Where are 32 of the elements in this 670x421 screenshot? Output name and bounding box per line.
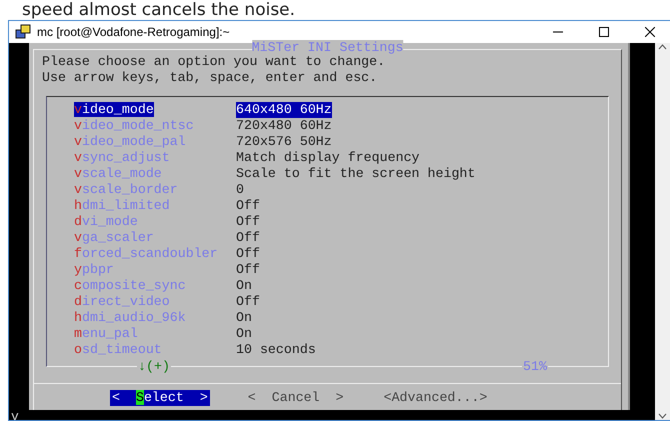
- setting-value[interactable]: Off: [236, 262, 260, 278]
- dialog-button[interactable]: < Cancel >: [246, 390, 346, 406]
- close-icon: [645, 27, 655, 37]
- setting-value[interactable]: 720x480 60Hz: [236, 118, 332, 134]
- setting-value[interactable]: Off: [236, 198, 260, 214]
- setting-name[interactable]: video_mode: [74, 102, 154, 117]
- prompt-text: Please choose an option you want to change.: [42, 54, 386, 70]
- maximize-icon: [599, 27, 609, 37]
- setting-value[interactable]: 720x576 50Hz: [236, 134, 332, 150]
- terminal-text: v: [11, 409, 19, 421]
- setting-value[interactable]: 0: [236, 182, 244, 198]
- terminal-app-icon: [15, 24, 31, 40]
- dialog-title: MiSTer INI Settings: [252, 40, 404, 56]
- setting-value[interactable]: Match display frequency: [236, 150, 420, 166]
- setting-value[interactable]: On: [236, 310, 252, 326]
- caption-text: speed almost cancels the noise.: [21, 0, 296, 20]
- dialog-button[interactable]: <Advanced...>: [382, 390, 490, 406]
- scroll-up-icon[interactable]: [658, 43, 667, 52]
- prompt-text: Use arrow keys, tab, space, enter and esc.: [42, 70, 378, 86]
- setting-value[interactable]: Scale to fit the screen height: [236, 166, 476, 182]
- dialog-button[interactable]: < Select >: [110, 390, 210, 406]
- window-title: mc [root@Vodafone-Retrogaming]:~: [37, 25, 231, 39]
- setting-value[interactable]: On: [236, 278, 252, 294]
- scroll-down-icon[interactable]: [658, 411, 667, 420]
- scroll-indicator: ↓(+): [137, 359, 171, 375]
- setting-value[interactable]: 10 seconds: [236, 342, 316, 358]
- setting-value[interactable]: Off: [236, 214, 260, 230]
- setting-value[interactable]: On: [236, 326, 252, 342]
- setting-value[interactable]: 640x480 60Hz: [236, 102, 332, 118]
- setting-value[interactable]: Off: [236, 294, 260, 310]
- setting-value[interactable]: Off: [236, 230, 260, 246]
- setting-value[interactable]: Off: [236, 246, 260, 262]
